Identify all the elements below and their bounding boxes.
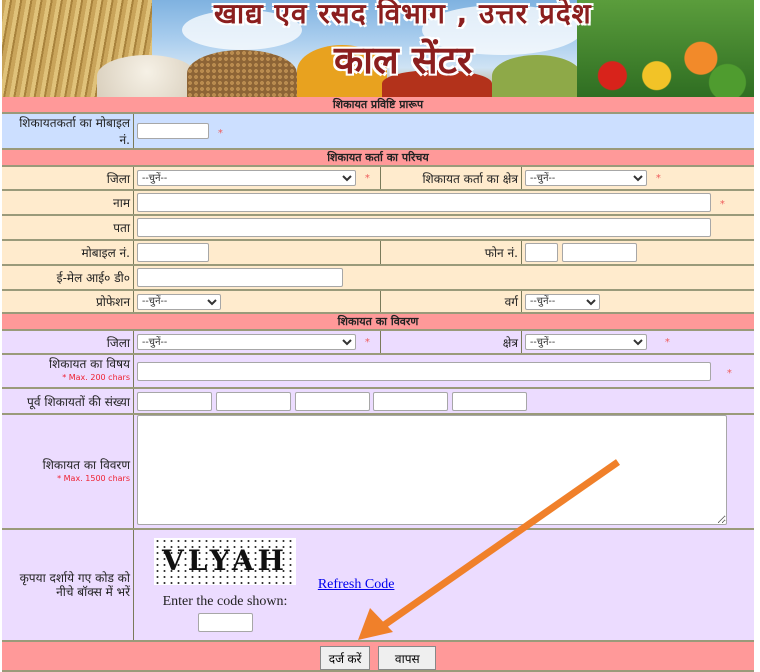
- subject-hint: * Max. 200 chars: [62, 373, 130, 382]
- captcha-input[interactable]: [197, 613, 253, 632]
- previous-complaint-input-5[interactable]: [452, 391, 528, 411]
- complaint-district-label: जिला: [2, 330, 134, 355]
- category-label: वर्ग: [380, 290, 522, 314]
- vegetables-image: [577, 0, 754, 97]
- address-label: पता: [2, 215, 134, 241]
- previous-complaint-input-3[interactable]: [294, 391, 370, 411]
- department-title: खाद्य एव रसद विभाग , उत्तर प्रदेश: [214, 0, 592, 30]
- mobile-label: मोबाइल नं.: [2, 240, 134, 266]
- green-powder-image: [492, 55, 582, 97]
- required-mark: *: [726, 367, 732, 379]
- required-mark: *: [655, 172, 661, 184]
- required-mark: *: [217, 127, 223, 139]
- complainant-mobile-label: शिकायतकर्ता का मोबाइल नं.: [2, 113, 134, 150]
- grain-image: [187, 50, 297, 97]
- header-banner: खाद्य एव रसद विभाग , उत्तर प्रदेश काल से…: [2, 0, 754, 97]
- details-hint: * Max. 1500 chars: [57, 473, 130, 483]
- complaint-area-select[interactable]: --चुनें--: [525, 334, 647, 351]
- complainant-area-select[interactable]: --चुनें--: [525, 170, 647, 187]
- previous-complaints-label: पूर्व शिकायतों की संख्या: [2, 388, 134, 415]
- submit-button[interactable]: दर्ज करें: [319, 646, 371, 670]
- details-label: शिकायत का विवरण: [42, 457, 130, 472]
- email-label: ई-मेल आई० डी०: [2, 265, 134, 291]
- profession-label: प्रोफेशन: [2, 290, 134, 314]
- subject-label: शिकायत का विषय: [48, 357, 130, 371]
- profession-select[interactable]: --चुनें--: [137, 293, 221, 310]
- form-title: शिकायत प्रविष्टि प्रारूप: [2, 97, 754, 114]
- phone-std-input[interactable]: [525, 243, 558, 262]
- section-complaint-title: शिकायत का विवरण: [2, 313, 754, 331]
- name-label: नाम: [2, 190, 134, 216]
- mobile-input[interactable]: [137, 243, 209, 262]
- call-center-title: काल सेंटर: [334, 38, 473, 82]
- back-button[interactable]: वापस: [378, 646, 437, 670]
- required-mark: *: [719, 199, 725, 210]
- complainant-area-label: शिकायत कर्ता का क्षेत्र: [380, 166, 522, 191]
- captcha-image: VLYAH: [154, 538, 296, 585]
- address-input[interactable]: [137, 218, 711, 237]
- previous-complaint-input-2[interactable]: [215, 391, 291, 411]
- complaint-district-select[interactable]: --चुनें--: [137, 334, 356, 351]
- subject-input[interactable]: [137, 361, 711, 381]
- category-select[interactable]: --चुनें--: [525, 293, 600, 310]
- captcha-instruction: कृपया दर्शाये गए कोड को नीचे बॉक्स में भ…: [2, 529, 134, 642]
- district-select[interactable]: --चुनें--: [137, 170, 356, 187]
- required-mark: *: [364, 336, 370, 348]
- complainant-mobile-input[interactable]: [137, 123, 209, 139]
- rice-image: [97, 55, 197, 97]
- required-mark: *: [364, 172, 370, 184]
- complaint-area-label: क्षेत्र: [380, 330, 522, 355]
- captcha-enter-label: Enter the code shown:: [162, 594, 288, 609]
- section-complainant-title: शिकायत कर्ता का परिचय: [2, 149, 754, 167]
- district-label: जिला: [2, 166, 134, 191]
- email-input[interactable]: [137, 268, 343, 287]
- name-input[interactable]: [137, 193, 711, 212]
- captcha-code: VLYAH: [162, 544, 288, 577]
- phone-number-input[interactable]: [561, 243, 637, 262]
- required-mark: *: [664, 336, 670, 348]
- details-textarea[interactable]: [137, 415, 727, 525]
- page: खाद्य एव रसद विभाग , उत्तर प्रदेश काल से…: [2, 0, 754, 672]
- complaint-form: शिकायत प्रविष्टि प्रारूप शिकायतकर्ता का …: [2, 97, 754, 672]
- previous-complaint-input-1[interactable]: [137, 391, 212, 411]
- previous-complaint-input-4[interactable]: [373, 391, 449, 411]
- refresh-code-link[interactable]: Refresh Code: [318, 577, 395, 592]
- phone-label: फोन नं.: [380, 240, 522, 266]
